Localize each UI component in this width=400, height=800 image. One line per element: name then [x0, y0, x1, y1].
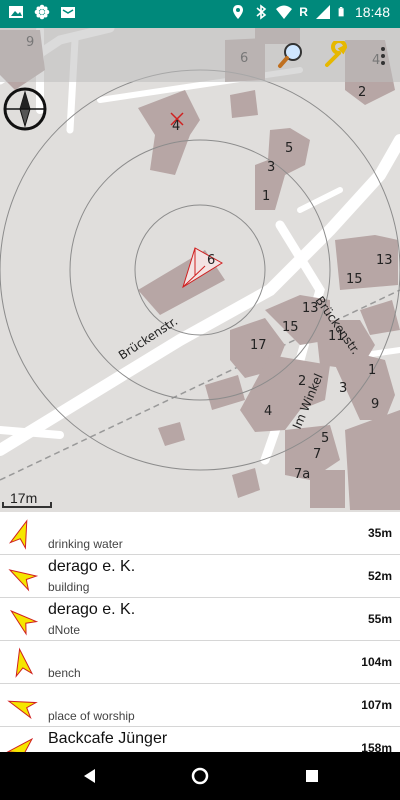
poi-list-item[interactable]: derago e. K. building 52m — [0, 555, 400, 598]
direction-arrow-icon — [6, 737, 34, 754]
poi-list-item[interactable]: Backcafe Jünger 158m — [0, 727, 400, 754]
house-number: 15 — [282, 320, 299, 335]
clock: 18:48 — [354, 4, 390, 20]
direction-arrow-icon — [7, 700, 38, 720]
overflow-menu-button[interactable] — [380, 46, 386, 71]
house-number: 9 — [371, 397, 379, 412]
magnifier-icon — [278, 43, 302, 68]
compass-button[interactable] — [2, 86, 48, 132]
status-bar: R 18:48 — [0, 0, 400, 28]
wrench-icon — [325, 41, 348, 67]
house-number: 15 — [346, 272, 363, 287]
poi-type: building — [48, 580, 90, 594]
house-number: 4 — [264, 404, 272, 419]
house-number: 4 — [172, 119, 180, 134]
house-number: 3 — [339, 381, 347, 396]
house-number: 3 — [267, 160, 275, 175]
poi-list-item[interactable]: place of worship 107m — [0, 684, 400, 727]
settings-button[interactable] — [322, 40, 352, 70]
house-number: 2 — [358, 85, 366, 100]
network-label: R — [299, 5, 308, 19]
house-number: 1 — [368, 363, 376, 378]
house-number: 6 — [207, 253, 215, 268]
poi-distance: 55m — [367, 612, 392, 626]
poi-list-item[interactable]: derago e. K. dNote 55m — [0, 598, 400, 641]
direction-arrow-icon — [8, 519, 28, 550]
bluetooth-icon — [256, 4, 267, 20]
search-button[interactable] — [276, 40, 306, 70]
house-number: 2 — [298, 374, 306, 389]
poi-list-item[interactable]: bench 104m — [0, 641, 400, 684]
poi-list[interactable]: drinking water 35m derago e. K. building 52m… — [0, 512, 400, 754]
direction-arrow-icon — [8, 569, 38, 592]
poi-distance: 52m — [367, 569, 392, 583]
direction-arrow-icon — [9, 609, 38, 636]
wifi-icon — [276, 5, 293, 19]
direction-arrow-icon — [15, 647, 34, 678]
navigation-bar — [0, 752, 400, 800]
compass-icon — [3, 87, 47, 131]
house-number: 13 — [376, 253, 393, 268]
poi-title: derago e. K. — [48, 601, 136, 618]
scale-bar — [2, 502, 52, 508]
recents-icon[interactable] — [302, 766, 322, 786]
poi-title: derago e. K. — [48, 558, 136, 575]
poi-type: dNote — [48, 623, 81, 637]
house-number: 5 — [321, 431, 329, 446]
map-view[interactable]: 96424531613151315111712349577a Brückenst… — [0, 28, 400, 512]
inbox-icon — [61, 7, 75, 18]
house-number: 17 — [250, 338, 267, 353]
image-icon — [9, 6, 23, 18]
battery-icon — [338, 7, 344, 17]
house-number: 1 — [262, 189, 270, 204]
poi-distance: 35m — [367, 526, 392, 540]
poi-type: drinking water — [48, 537, 123, 551]
home-icon[interactable] — [190, 766, 210, 786]
map-scale: 17m — [2, 490, 52, 508]
poi-distance: 104m — [361, 655, 392, 669]
signal-icon — [315, 5, 330, 19]
poi-list-item[interactable]: drinking water 35m — [0, 512, 400, 555]
house-number: 7 — [313, 447, 321, 462]
poi-title: Backcafe Jünger — [48, 730, 168, 747]
settings-flower-icon — [34, 4, 50, 20]
overflow-menu-icon — [381, 47, 385, 65]
poi-type: place of worship — [48, 709, 135, 723]
house-number: 5 — [285, 141, 293, 156]
back-icon[interactable] — [80, 766, 100, 786]
poi-distance: 107m — [361, 698, 392, 712]
house-number: 7a — [294, 467, 310, 482]
location-icon — [233, 5, 244, 19]
poi-type: bench — [48, 666, 81, 680]
map-canvas[interactable]: 96424531613151315111712349577a Brückenst… — [0, 28, 400, 512]
